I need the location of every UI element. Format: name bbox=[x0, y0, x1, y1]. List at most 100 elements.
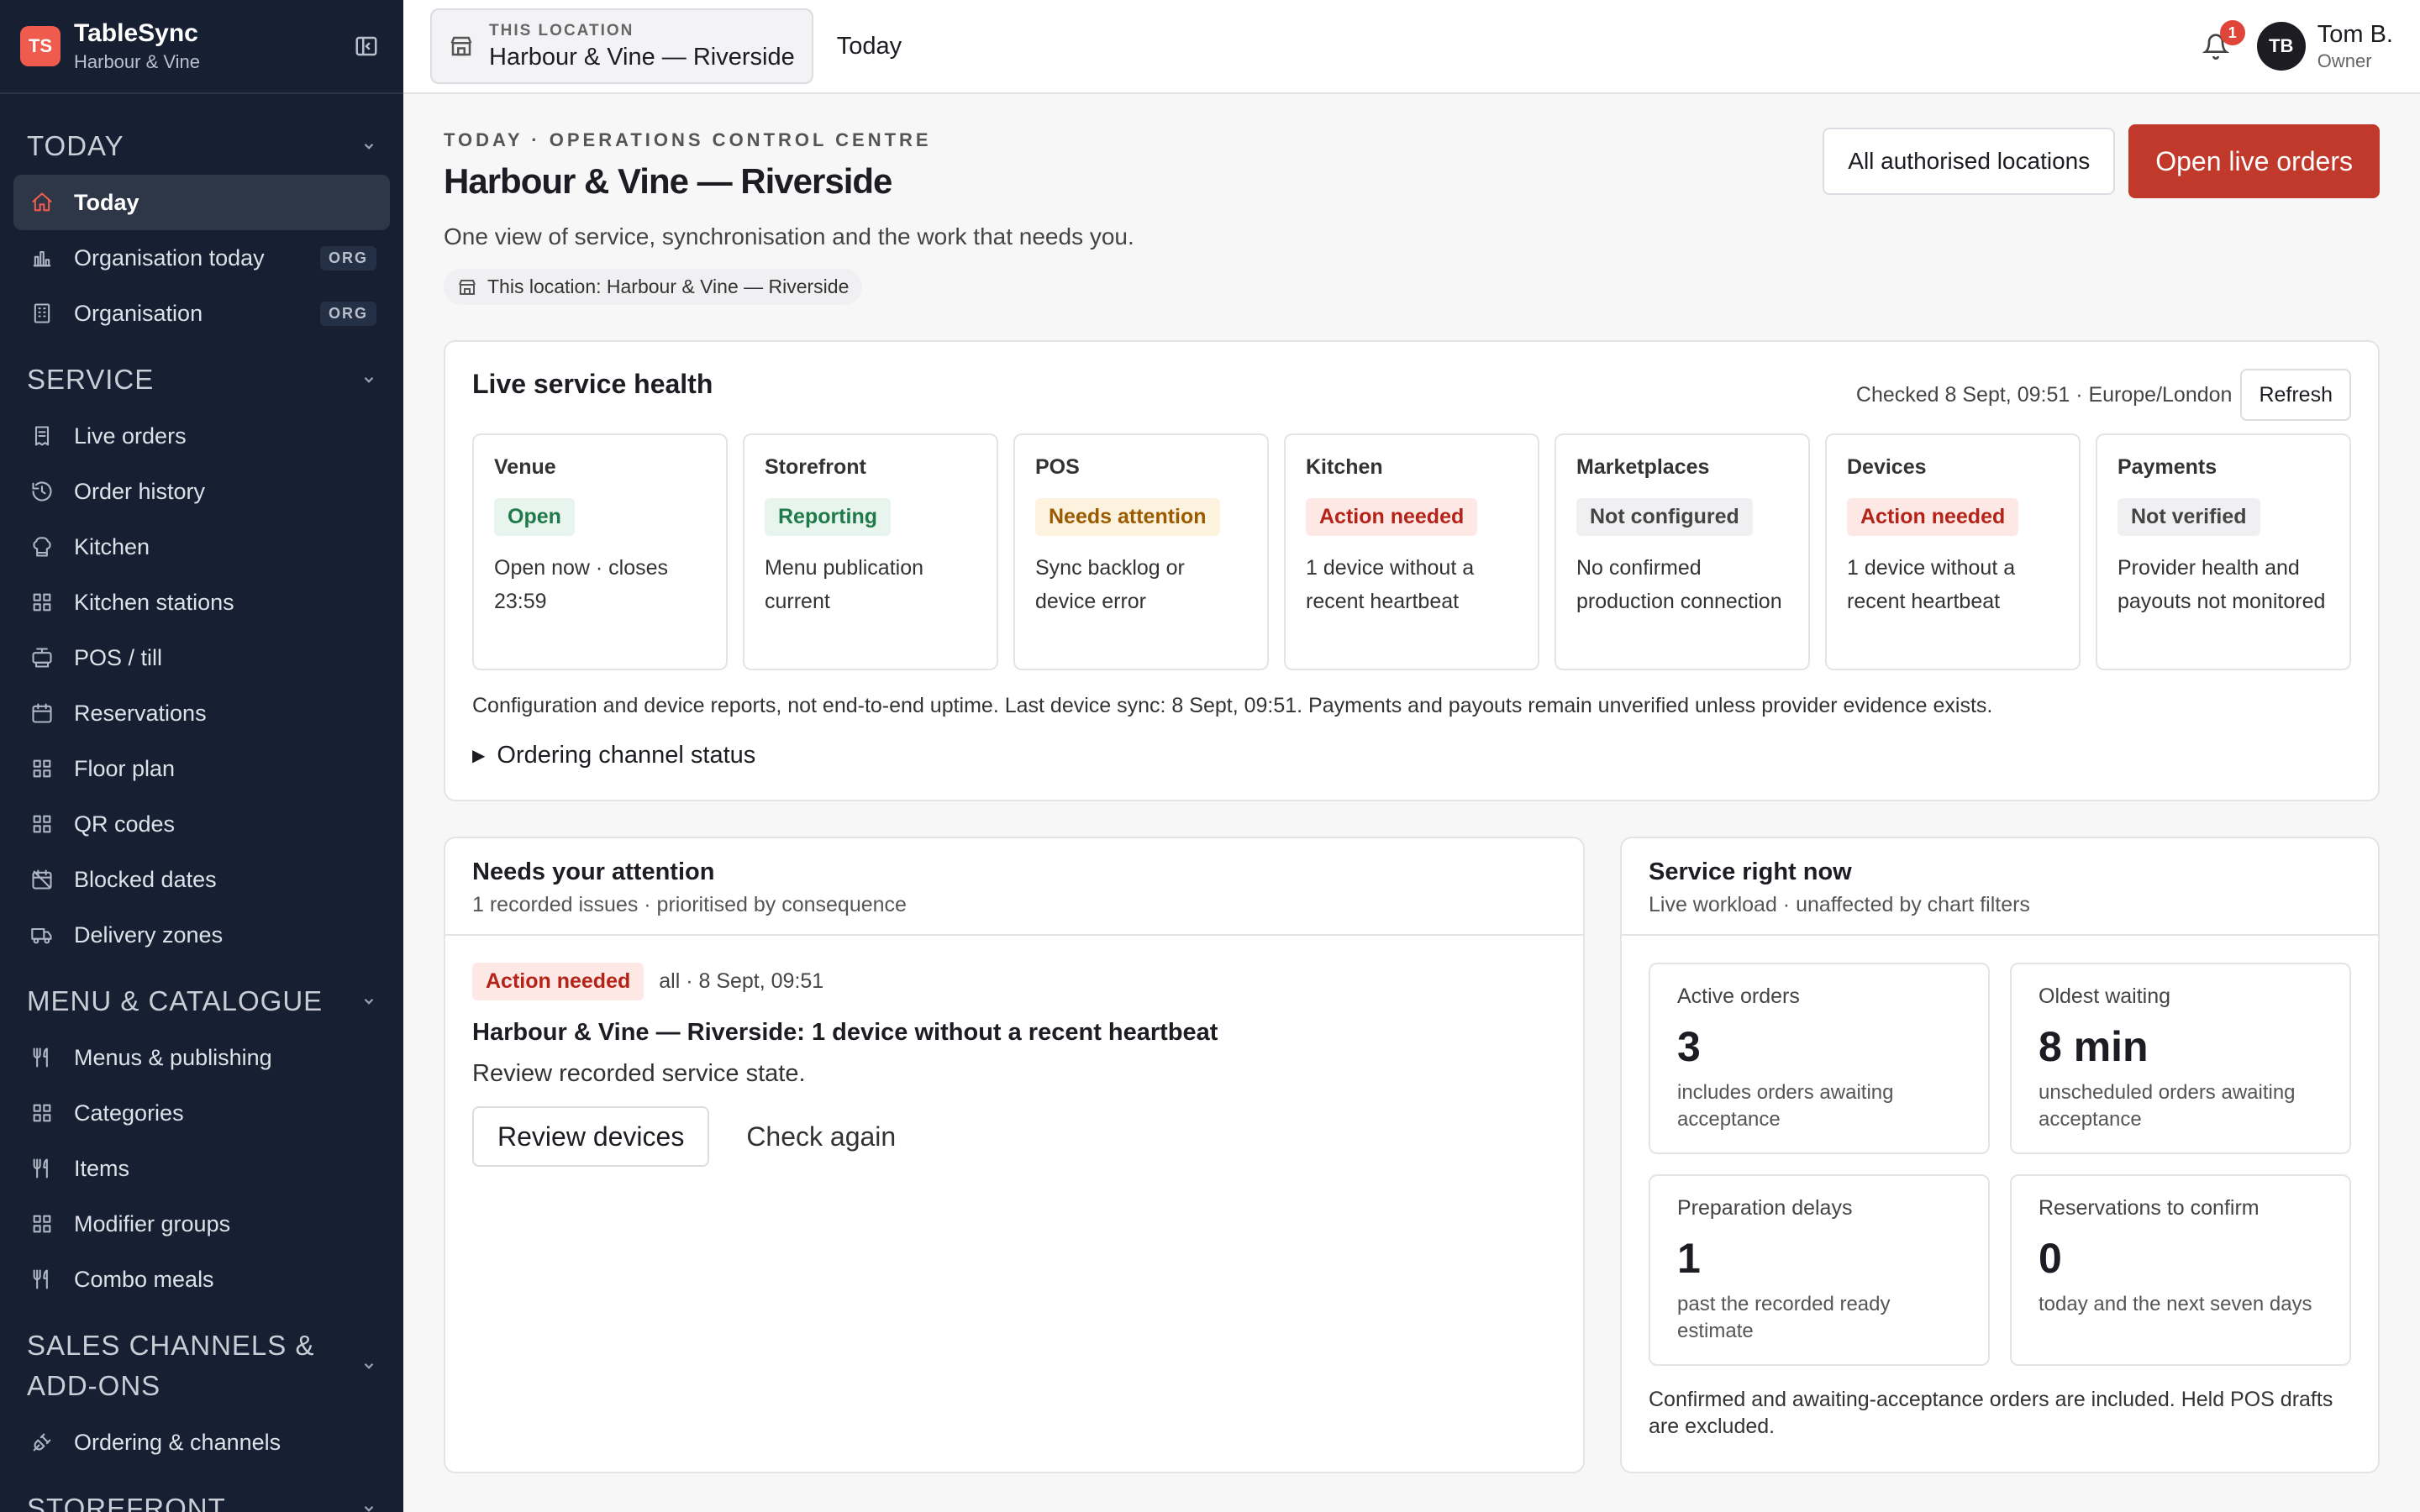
stat-value: 0 bbox=[2039, 1235, 2062, 1282]
sidebar-item-label: Modifier groups bbox=[74, 1210, 231, 1236]
sidebar-section: STOREFRONT bbox=[0, 1488, 403, 1512]
history-icon bbox=[27, 476, 57, 507]
attention-title: Needs your attention bbox=[472, 858, 715, 885]
calendar-off-icon bbox=[27, 864, 57, 895]
tile-name: Payments bbox=[2118, 455, 2217, 479]
sidebar-item-categories[interactable]: Categories bbox=[13, 1085, 390, 1141]
sidebar-item-live-orders[interactable]: Live orders bbox=[13, 408, 390, 464]
grid-icon bbox=[27, 1098, 57, 1128]
sidebar-section: SERVICE Live orders Order history Kitchen Ki… bbox=[0, 360, 403, 963]
check-again-button[interactable]: Check again bbox=[746, 1121, 896, 1152]
sidebar-item-label: Categories bbox=[74, 1100, 184, 1126]
sidebar-item-label: Floor plan bbox=[74, 755, 176, 781]
sidebar-item-label: Kitchen bbox=[74, 533, 150, 559]
tile-status-badge: Open bbox=[494, 498, 575, 536]
sidebar-item-today[interactable]: Today bbox=[13, 175, 390, 230]
sidebar-item-organisation-today[interactable]: Organisation today ORG bbox=[13, 230, 390, 286]
sidebar-item-qr-codes[interactable]: QR codes bbox=[13, 796, 390, 852]
open-live-orders-button[interactable]: Open live orders bbox=[2128, 124, 2380, 198]
brand-logo: TS bbox=[20, 26, 60, 66]
store-icon bbox=[449, 34, 474, 59]
sidebar-item-label: Blocked dates bbox=[74, 866, 217, 892]
tile-description: Sync backlog or device error bbox=[1035, 556, 1185, 613]
grid-icon bbox=[27, 1209, 57, 1239]
sidebar-item-pos-till[interactable]: POS / till bbox=[13, 630, 390, 685]
service-footnote: Confirmed and awaiting-acceptance orders… bbox=[1649, 1388, 2333, 1438]
sidebar-item-label: Items bbox=[74, 1155, 130, 1181]
sidebar-item-kitchen-stations[interactable]: Kitchen stations bbox=[13, 575, 390, 630]
health-note: Configuration and device reports, not en… bbox=[472, 694, 1993, 717]
sidebar-section-header[interactable]: SERVICE bbox=[13, 360, 390, 400]
avatar[interactable]: TB bbox=[2256, 22, 2306, 71]
home-icon bbox=[27, 187, 57, 218]
sidebar-section-title: MENU & CATALOGUE bbox=[27, 985, 324, 1016]
till-icon bbox=[27, 643, 57, 673]
health-tiles: Venue Open Open now · closes 23:59 Storefro… bbox=[472, 433, 2351, 670]
user-role: Owner bbox=[2317, 50, 2372, 71]
issue-timestamp: all · 8 Sept, 09:51 bbox=[659, 969, 824, 993]
utensils-icon bbox=[27, 1042, 57, 1073]
ordering-channel-toggle[interactable]: ▶ Ordering channel status bbox=[472, 742, 2351, 769]
sidebar-item-reservations[interactable]: Reservations bbox=[13, 685, 390, 741]
sidebar-section-header[interactable]: SALES CHANNELS & ADD-ONS bbox=[13, 1326, 390, 1406]
health-tile-payments: Payments Not verified Provider health and … bbox=[2096, 433, 2351, 670]
sidebar-item-ordering-channels[interactable]: Ordering & channels bbox=[13, 1415, 390, 1470]
sidebar-nav: TODAY Today Organisation today ORG Organisat… bbox=[0, 126, 403, 1512]
sidebar-section-header[interactable]: MENU & CATALOGUE bbox=[13, 981, 390, 1021]
sidebar-item-combo-meals[interactable]: Combo meals bbox=[13, 1252, 390, 1307]
tile-status-badge: Needs attention bbox=[1035, 498, 1220, 536]
plug-icon bbox=[27, 1427, 57, 1457]
truck-icon bbox=[27, 920, 57, 950]
health-tile-storefront: Storefront Reporting Menu publication curr… bbox=[743, 433, 998, 670]
sidebar-item-delivery-zones[interactable]: Delivery zones bbox=[13, 907, 390, 963]
stat-card: Preparation delays 1 past the recorded rea… bbox=[1649, 1174, 1990, 1366]
tile-description: Open now · closes 23:59 bbox=[494, 556, 669, 613]
tile-description: No confirmed production connection bbox=[1576, 556, 1782, 613]
review-devices-button[interactable]: Review devices bbox=[472, 1106, 710, 1167]
issue-item: Action needed all · 8 Sept, 09:51 Harbou… bbox=[445, 936, 1583, 1194]
all-locations-button[interactable]: All authorised locations bbox=[1823, 128, 2116, 195]
sidebar-item-label: Organisation today bbox=[74, 244, 265, 270]
sidebar-item-order-history[interactable]: Order history bbox=[13, 464, 390, 519]
sidebar-item-organisation[interactable]: Organisation ORG bbox=[13, 286, 390, 341]
sidebar-item-label: Organisation bbox=[74, 300, 203, 326]
sidebar-section-header[interactable]: STOREFRONT bbox=[13, 1488, 390, 1512]
sidebar-section-header[interactable]: TODAY bbox=[13, 126, 390, 166]
tile-name: Venue bbox=[494, 455, 556, 479]
refresh-button[interactable]: Refresh bbox=[2240, 369, 2351, 421]
sidebar-section-title: STOREFRONT bbox=[27, 1493, 226, 1512]
stat-label: Active orders bbox=[1677, 984, 1800, 1008]
sidebar-item-blocked-dates[interactable]: Blocked dates bbox=[13, 852, 390, 907]
brand-header: TS TableSync Harbour & Vine bbox=[0, 0, 403, 94]
location-switcher[interactable]: THIS LOCATION Harbour & Vine — Riverside bbox=[430, 8, 813, 84]
needs-attention-card: Needs your attention 1 recorded issues ·… bbox=[444, 837, 1585, 1473]
tile-description: 1 device without a recent heartbeat bbox=[1847, 556, 2016, 613]
building-icon bbox=[27, 298, 57, 328]
stat-note: unscheduled orders awaiting acceptance bbox=[2039, 1081, 2296, 1131]
utensils-icon bbox=[27, 1264, 57, 1294]
receipt-icon bbox=[27, 421, 57, 451]
stat-label: Oldest waiting bbox=[2039, 984, 2171, 1008]
sidebar-item-label: Kitchen stations bbox=[74, 589, 234, 615]
user-menu[interactable]: Tom B. Owner bbox=[2317, 21, 2393, 72]
health-checked-at: Checked 8 Sept, 09:51 · Europe/London bbox=[1855, 382, 2233, 407]
service-subtitle: Live workload · unaffected by chart filt… bbox=[1649, 893, 2030, 916]
sidebar-item-label: Order history bbox=[74, 478, 206, 504]
stat-label: Preparation delays bbox=[1677, 1196, 1853, 1220]
sidebar-item-kitchen[interactable]: Kitchen bbox=[13, 519, 390, 575]
tile-description: Menu publication current bbox=[765, 556, 924, 613]
sidebar-item-menus-publishing[interactable]: Menus & publishing bbox=[13, 1030, 390, 1085]
notifications-button[interactable]: 1 bbox=[2195, 20, 2245, 67]
stat-note: today and the next seven days bbox=[2039, 1293, 2312, 1315]
sidebar-item-items[interactable]: Items bbox=[13, 1141, 390, 1196]
sidebar-section: TODAY Today Organisation today ORG Organisat… bbox=[0, 126, 403, 341]
breadcrumb: Today bbox=[836, 32, 902, 60]
sidebar-item-modifier-groups[interactable]: Modifier groups bbox=[13, 1196, 390, 1252]
health-tile-marketplaces: Marketplaces Not configured No confirmed p… bbox=[1555, 433, 1810, 670]
sidebar-item-floor-plan[interactable]: Floor plan bbox=[13, 741, 390, 796]
tile-name: Marketplaces bbox=[1576, 455, 1710, 479]
grid-icon bbox=[27, 753, 57, 784]
stat-note: past the recorded ready estimate bbox=[1677, 1293, 1891, 1342]
sidebar-collapse-icon[interactable] bbox=[350, 29, 383, 63]
brand-subtitle: Harbour & Vine bbox=[74, 51, 201, 72]
